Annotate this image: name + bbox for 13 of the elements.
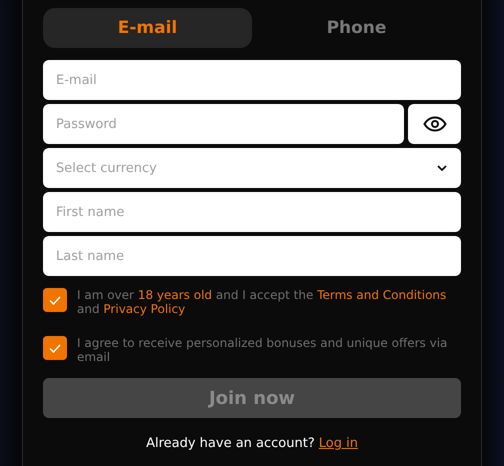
password-field[interactable]: Password bbox=[43, 104, 404, 144]
link[interactable]: 18 years old bbox=[138, 288, 212, 302]
tab[interactable]: Phone bbox=[252, 8, 461, 48]
footer-text: Already have an account? bbox=[146, 436, 315, 451]
consent-text: I am over 18 years old and I accept the Terms and Conditions and Privacy Policy bbox=[77, 288, 448, 316]
tab[interactable]: E-mail bbox=[43, 8, 252, 48]
login-link[interactable]: Log in bbox=[318, 436, 358, 451]
link[interactable]: Privacy Policy bbox=[103, 302, 186, 316]
link[interactable]: Terms and Conditions bbox=[317, 288, 446, 302]
input-field[interactable]: First name bbox=[43, 192, 461, 232]
input-field[interactable]: Last name bbox=[43, 236, 461, 276]
consent-text: I agree to receive personalized bonuses and unique offers via email bbox=[77, 336, 448, 364]
input-field[interactable]: E-mail bbox=[43, 60, 461, 100]
